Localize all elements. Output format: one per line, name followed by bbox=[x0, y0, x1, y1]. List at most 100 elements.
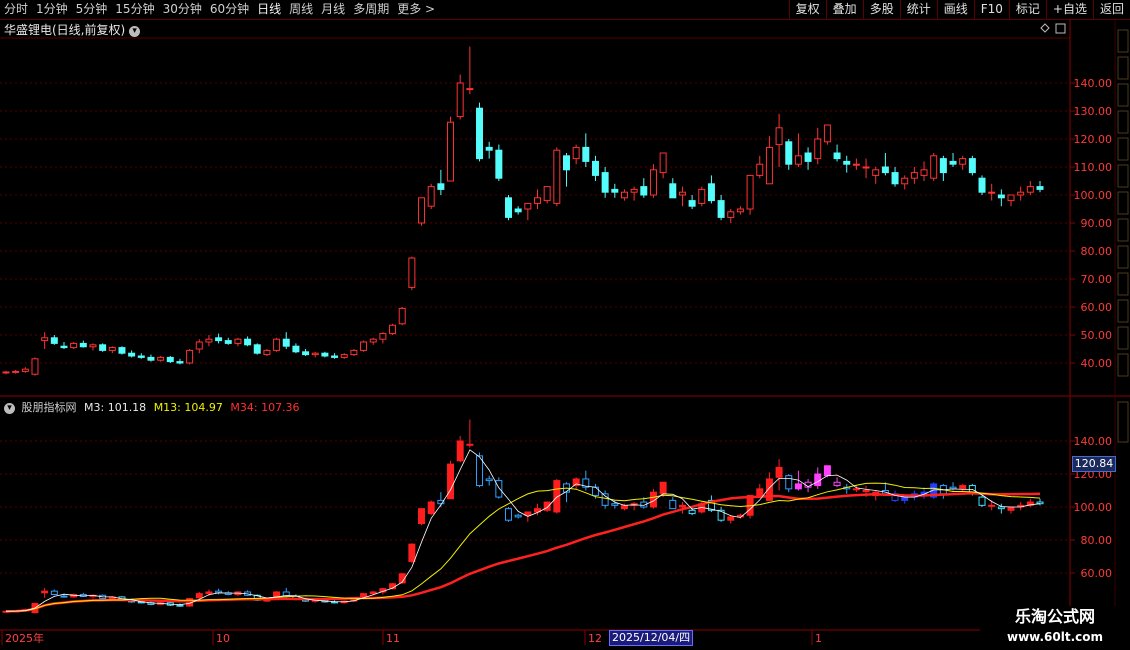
strip-cell-10 bbox=[1117, 299, 1129, 323]
m34-line bbox=[5, 491, 1041, 613]
ind-candle-65 bbox=[630, 502, 638, 511]
panel-toggle-icon bbox=[1055, 23, 1066, 34]
ind-candle-60 bbox=[582, 470, 590, 491]
main-candle-34 bbox=[331, 353, 339, 359]
indicator-candles bbox=[2, 419, 1044, 614]
chevron-down-icon[interactable]: ▾ bbox=[4, 403, 15, 414]
main-candle-92 bbox=[891, 167, 899, 187]
main-candle-91 bbox=[881, 153, 889, 176]
main-candle-51 bbox=[495, 144, 503, 181]
main-candle-83 bbox=[804, 147, 812, 170]
stock-chart[interactable]: 40.00 50.00 60.00 70.00 80.00 90.00 100.00 110.… bbox=[0, 0, 1130, 650]
main-candle-62 bbox=[601, 167, 609, 198]
main-candle-27 bbox=[263, 349, 271, 356]
main-candle-81 bbox=[785, 139, 793, 170]
ind-candle-74 bbox=[717, 507, 725, 522]
ind-candle-48 bbox=[466, 419, 474, 448]
main-candle-102 bbox=[988, 183, 996, 201]
main-candle-8 bbox=[79, 340, 87, 348]
ind-candle-47 bbox=[456, 436, 464, 463]
xtick-label-2: 11 bbox=[386, 632, 400, 645]
main-candle-21 bbox=[205, 335, 213, 347]
main-ytick-label-7: 110.00 bbox=[1074, 161, 1113, 174]
ind-candle-99 bbox=[959, 483, 967, 493]
ind-candle-62 bbox=[601, 490, 609, 509]
strip-cell-12 bbox=[1117, 353, 1129, 377]
main-candle-25 bbox=[244, 336, 252, 347]
main-candle-57 bbox=[553, 147, 561, 207]
ind-candle-53 bbox=[514, 513, 522, 519]
main-candle-17 bbox=[166, 356, 174, 363]
m34-label: M34: 107.36 bbox=[230, 401, 300, 414]
ind-candle-52 bbox=[505, 507, 513, 522]
main-ytick-label-3: 70.00 bbox=[1081, 273, 1113, 286]
main-candle-60 bbox=[582, 133, 590, 167]
strip-cell-4 bbox=[1117, 137, 1129, 161]
main-candle-11 bbox=[108, 346, 116, 354]
chevron-down-icon[interactable]: ▾ bbox=[129, 26, 141, 37]
ind-candle-92 bbox=[891, 490, 899, 503]
main-candle-44 bbox=[427, 183, 435, 209]
main-candle-39 bbox=[379, 332, 387, 344]
main-candle-96 bbox=[930, 153, 938, 181]
main-candle-77 bbox=[746, 174, 754, 215]
m3-label: M3: 101.18 bbox=[84, 401, 147, 414]
main-candle-84 bbox=[814, 127, 822, 165]
ind-candle-4 bbox=[41, 587, 49, 598]
main-ytick-label-0: 40.00 bbox=[1081, 357, 1113, 370]
main-candle-13 bbox=[128, 350, 136, 358]
main-candle-88 bbox=[852, 158, 860, 170]
main-candle-23 bbox=[224, 337, 232, 345]
main-ytick-label-5: 90.00 bbox=[1081, 217, 1113, 230]
main-candle-53 bbox=[514, 206, 522, 215]
main-candle-2 bbox=[21, 367, 29, 373]
strip-cell-3 bbox=[1117, 110, 1129, 134]
main-ytick-label-8: 120.00 bbox=[1074, 133, 1113, 146]
strip-cell-1 bbox=[1117, 56, 1129, 80]
main-candle-46 bbox=[447, 116, 455, 182]
main-candle-82 bbox=[794, 133, 802, 167]
main-candle-87 bbox=[843, 155, 851, 173]
y-tick-labels: 40.00 50.00 60.00 70.00 80.00 90.00 100.00 110.… bbox=[1070, 77, 1112, 580]
ind-candle-106 bbox=[1026, 498, 1034, 507]
main-candle-73 bbox=[707, 175, 715, 204]
ind-candle-43 bbox=[418, 508, 426, 526]
main-candle-78 bbox=[756, 155, 764, 179]
main-candle-45 bbox=[437, 169, 445, 195]
xtick-label-1: 10 bbox=[216, 632, 230, 645]
main-candle-59 bbox=[572, 144, 580, 165]
main-candle-105 bbox=[1017, 186, 1025, 201]
main-candle-75 bbox=[727, 209, 735, 223]
main-candle-80 bbox=[775, 113, 783, 167]
main-candle-89 bbox=[862, 158, 870, 179]
ind-candle-87 bbox=[843, 483, 851, 494]
main-candle-32 bbox=[311, 351, 319, 358]
main-candle-35 bbox=[340, 353, 348, 359]
ind-candle-8 bbox=[79, 592, 87, 597]
diamond-icon bbox=[1040, 23, 1050, 33]
main-candle-1 bbox=[12, 370, 20, 374]
stock-title-text: 华盛锂电(日线,前复权) bbox=[4, 23, 126, 37]
xtick-label-0: 2025年 bbox=[5, 631, 44, 645]
ind-candle-54 bbox=[524, 511, 532, 522]
main-candle-28 bbox=[273, 337, 281, 352]
strip-cell-ind bbox=[1117, 401, 1129, 443]
main-candle-5 bbox=[50, 335, 58, 345]
ind-candle-49 bbox=[476, 452, 484, 488]
main-candle-6 bbox=[60, 342, 68, 349]
main-ytick-label-9: 130.00 bbox=[1074, 105, 1113, 118]
main-candle-56 bbox=[543, 186, 551, 204]
main-candle-90 bbox=[872, 167, 880, 184]
main-candle-93 bbox=[901, 175, 909, 190]
main-candle-40 bbox=[389, 323, 397, 335]
ind-candle-59 bbox=[572, 477, 580, 489]
main-candle-101 bbox=[978, 175, 986, 195]
main-candle-36 bbox=[350, 349, 358, 356]
main-ytick-label-4: 80.00 bbox=[1081, 245, 1113, 258]
ind-ytick-label-1: 80.00 bbox=[1081, 534, 1113, 547]
main-candle-74 bbox=[717, 195, 725, 221]
stock-title[interactable]: 华盛锂电(日线,前复权) ▾ bbox=[4, 21, 141, 38]
indicator-title: ▾ 股朋指标网 M3: 101.18 M13: 104.97 M34: 107.… bbox=[4, 399, 300, 415]
main-ytick-label-1: 50.00 bbox=[1081, 329, 1113, 342]
main-candle-99 bbox=[959, 155, 967, 170]
